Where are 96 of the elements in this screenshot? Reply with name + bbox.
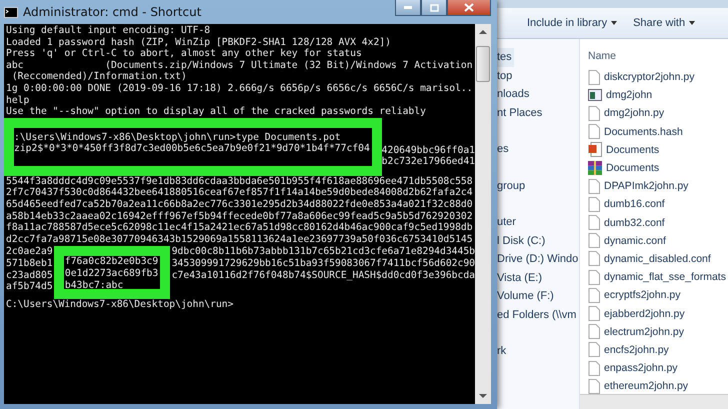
file-name[interactable]: ejabberd2john.py xyxy=(604,308,685,320)
navigation-item[interactable]: Drive (D:) Windo xyxy=(497,250,579,268)
console-line: Use the "--show" option to display all of the cracked passwords reliably xyxy=(6,106,427,118)
console-line: d2cc7fa7a98715e08e30770946343b1529069a1558113624a1ee23697739a50f036c6753410d5145 xyxy=(6,234,474,246)
console-line: 5544f3a8dddc4d9c09e5537f9e1db83dd6cdaa3bbda6e501b955f4f618ae88696ee471db5508c558 xyxy=(6,176,474,188)
file-name[interactable]: Documents xyxy=(606,144,660,156)
file-name[interactable]: enpass2john.py xyxy=(604,362,678,374)
document-icon xyxy=(588,233,600,248)
document-icon xyxy=(588,70,600,85)
console-line: 2f7c70437f530c0d864432bee641880516ceaf67ef857f1f14a14be59d0bede84008d2b62fafa2c4 xyxy=(6,187,474,199)
console-line: :\Users\Windows7-x86\Desktop\john\run>type Documents.pot xyxy=(14,132,342,144)
document-icon xyxy=(588,270,600,285)
close-button[interactable] xyxy=(447,0,491,16)
console-line: C:\Users\Windows7-x86\Desktop\john\run> xyxy=(6,299,234,311)
console-line: 9dbc00c8b11b6b73abbb131b7c65b21cd3cfe6a71e8294d3445b xyxy=(172,246,475,258)
document-icon xyxy=(588,124,600,140)
console-line: abc (Documents.zip/Windows 7 Ultimate (32 Bit)/Windows 7 Activation xyxy=(6,60,474,72)
caret-icon xyxy=(611,21,618,25)
file-name[interactable]: Documents xyxy=(606,162,660,174)
console-line: af5b74d5 xyxy=(6,281,54,293)
scrollbar[interactable] xyxy=(475,24,491,404)
console-line: zip2$*0*3*0*450ff3f8d7c3ed00b5e6c5ea7b9e0f21*9d70*1b4f*77cf04 xyxy=(14,143,371,155)
navigation-item[interactable]: top xyxy=(497,66,514,85)
console-line: c7e43a10116d2f76f048b74$SOURCE_HASH$dd0cd0f3e396bcda xyxy=(172,270,475,282)
navigation-item[interactable]: es xyxy=(497,140,511,158)
file-name[interactable]: dynamic_disabled.conf xyxy=(604,252,711,265)
toolbar-button[interactable]: Share with xyxy=(633,17,696,29)
console-line: 1g 0:00:00:00 DONE (2019-09-16 17:18) 2.666g/s 6656p/s 6656c/s 6656C/s marisol.. xyxy=(6,82,474,95)
console-line: 2c0ae2a9 xyxy=(6,246,54,258)
file-name[interactable]: dynamic_flat_sse_formats xyxy=(604,271,726,284)
maximize-button[interactable] xyxy=(421,0,447,16)
console-line: f76a0c82b2e0b3c9 xyxy=(64,256,160,268)
file-name[interactable]: dynamic.conf xyxy=(604,234,666,247)
file-name[interactable]: dumb32.conf xyxy=(604,216,665,229)
document-icon xyxy=(588,215,600,230)
file-name[interactable]: ecryptfs2john.py xyxy=(604,289,680,302)
console-line: help xyxy=(6,94,30,106)
file-name[interactable]: electrum2john.py xyxy=(604,326,684,338)
document-icon xyxy=(588,324,600,340)
file-name[interactable]: DPAPImk2john.py xyxy=(604,180,688,192)
file-name[interactable]: diskcryptor2john.py xyxy=(604,71,694,84)
console-icon xyxy=(4,6,18,18)
console-line: Press 'q' or Ctrl-C to abort, almost any other key for status xyxy=(6,48,363,60)
console-line: 65d465eedfed7ca52b70a2ea11c66b8a2ec776c3301e295d2b34d88022fde0e853a4a021f32c88d0 xyxy=(6,198,474,211)
console-line: Using default input encoding: UTF-8 xyxy=(6,25,212,37)
scroll-down-icon[interactable] xyxy=(479,392,487,400)
application-icon xyxy=(588,89,602,102)
document-icon xyxy=(588,106,600,121)
file-name[interactable]: ethereum2john.py xyxy=(604,380,688,392)
console-line: Loaded 1 password hash (ZIP, WinZip [PBKDF2-SHA1 128/128 AVX 4x2]) xyxy=(6,36,392,48)
archive-icon xyxy=(588,161,602,176)
navigation-item[interactable]: tes xyxy=(497,48,514,66)
caret-icon xyxy=(689,21,696,25)
file-name[interactable]: dmg2john.py xyxy=(604,107,664,120)
minimize-button[interactable] xyxy=(395,0,421,16)
console-line: f8a11ac788587d5ece5c62098c11ec4f15a2421ec67a51d98cc80162d4b46ac900caf9c5ed1998db xyxy=(6,222,474,234)
document-icon xyxy=(588,178,600,194)
navigation-item[interactable]: Vista (E:) xyxy=(497,268,544,287)
window-title: Administrator: cmd - Shortcut xyxy=(23,5,202,19)
close-icon xyxy=(464,3,474,12)
file-name[interactable]: dmg2john xyxy=(606,89,652,102)
minimize-icon xyxy=(404,6,412,9)
maximize-icon xyxy=(430,4,438,12)
document-icon xyxy=(588,342,600,358)
console-line: 571b8eb1 xyxy=(6,258,54,270)
document-icon xyxy=(588,288,600,303)
document-icon xyxy=(588,378,600,394)
console-line: b43bc7:abc xyxy=(64,280,124,292)
navigation-item[interactable]: nloads xyxy=(497,85,532,104)
console-line: c23ad805 xyxy=(6,270,54,282)
navigation-item[interactable]: l Disk (C:) xyxy=(497,232,548,250)
column-header[interactable]: Name xyxy=(588,46,728,68)
office-file-icon xyxy=(588,142,602,158)
console-line: (Reccomended)/Information.txt) xyxy=(10,71,188,83)
file-name[interactable]: Documents.hash xyxy=(604,126,683,138)
document-icon xyxy=(588,360,600,376)
navigation-item[interactable]: uter xyxy=(497,213,518,232)
document-icon xyxy=(588,251,600,266)
file-name[interactable]: encfs2john.py xyxy=(604,344,669,356)
console-line: b2c732e17966ed41 xyxy=(382,156,475,168)
horizontal-scrollbar[interactable] xyxy=(580,394,728,409)
navigation-item[interactable]: group xyxy=(497,176,528,195)
document-icon xyxy=(588,196,600,212)
console-line: 0e1d2273ac689fb3 xyxy=(64,268,160,280)
navigation-item[interactable]: nt Places xyxy=(497,104,544,122)
scroll-thumb[interactable] xyxy=(476,46,490,82)
console-line: 345309991729629bb16c51ba93f59083067f7411bcf56d602c90 xyxy=(172,258,475,270)
navigation-item[interactable]: ed Folders (\\vm xyxy=(497,306,578,324)
navigation-item[interactable]: rk xyxy=(497,342,508,360)
toolbar-button[interactable]: Include in library xyxy=(527,17,618,29)
file-name[interactable]: dumb16.conf xyxy=(604,198,665,210)
document-icon xyxy=(588,306,600,322)
console-line: a58b14eb33c2aaea02c16942efff967ef5b94ffecede0bf77a8a606ec99fead5c9a5b5d762920302 xyxy=(6,210,474,222)
console-line: 420649bbc96ff0a1 xyxy=(382,144,475,156)
scroll-up-icon[interactable] xyxy=(479,28,487,36)
navigation-item[interactable]: Volume (F:) xyxy=(497,287,556,306)
